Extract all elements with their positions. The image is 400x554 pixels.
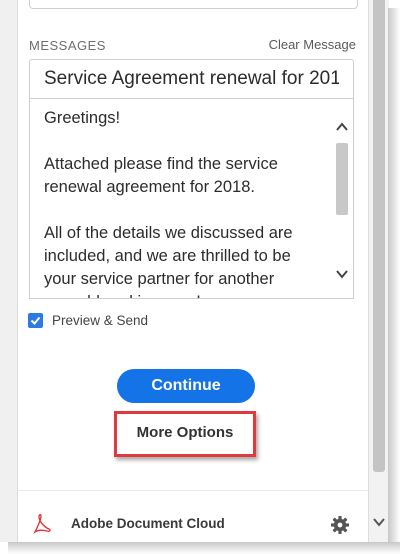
panel-scrollbar[interactable] [368, 0, 389, 542]
more-options-button[interactable]: More Options [117, 424, 253, 441]
panel-scroll-thumb[interactable] [373, 0, 385, 472]
message-scrollbar[interactable] [331, 99, 353, 298]
message-body-text: Greetings! Attached please find the serv… [44, 109, 293, 298]
chevron-down-icon[interactable] [371, 514, 387, 530]
adobe-acrobat-icon [33, 514, 51, 534]
footer-label: Adobe Document Cloud [71, 516, 225, 531]
window-shadow-right [388, 8, 400, 554]
subject-input[interactable] [29, 59, 354, 99]
gear-icon[interactable] [330, 515, 350, 535]
message-body-field[interactable]: Greetings! Attached please find the serv… [29, 99, 354, 299]
footer-divider [17, 490, 368, 491]
continue-button[interactable]: Continue [117, 369, 255, 403]
previous-card [29, 0, 358, 9]
chevron-up-icon[interactable] [334, 119, 350, 135]
messages-header: MESSAGES [29, 38, 106, 53]
preview-send-label: Preview & Send [52, 313, 149, 328]
left-gutter [0, 0, 18, 542]
chevron-down-icon[interactable] [334, 266, 350, 282]
more-options-highlight: More Options [114, 411, 256, 457]
window-shadow-bottom [8, 542, 400, 554]
message-scroll-thumb[interactable] [336, 143, 348, 215]
clear-message-link[interactable]: Clear Message [269, 37, 356, 52]
checkmark-icon [30, 316, 41, 325]
preview-send-checkbox[interactable] [28, 313, 43, 328]
